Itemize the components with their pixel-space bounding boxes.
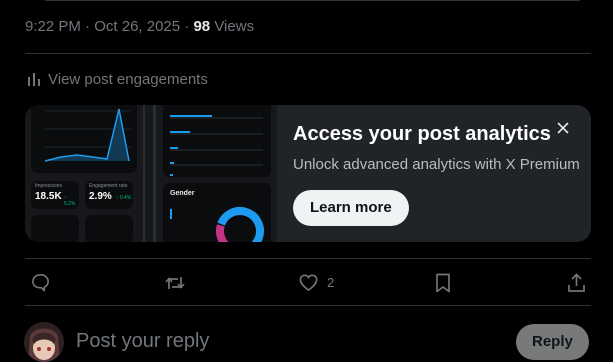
- reply-button[interactable]: Reply: [516, 324, 589, 360]
- repost-icon: [165, 277, 185, 289]
- tweet-date[interactable]: Oct 26, 2025: [94, 18, 180, 35]
- close-icon[interactable]: [555, 120, 571, 136]
- analytics-preview-image: Impressions 18.5K ↑ 5.2% Engagement rate…: [25, 105, 277, 242]
- analytics-icon: [28, 73, 40, 86]
- top-divider: [45, 0, 580, 1]
- views-label: Views: [214, 18, 255, 35]
- meta-separator-2: ·: [180, 18, 194, 35]
- stat1-label: Impressions: [35, 183, 62, 189]
- repost-action-button[interactable]: [164, 272, 186, 294]
- divider: [25, 305, 591, 306]
- bookmark-icon: [436, 273, 450, 293]
- divider: [25, 53, 591, 54]
- stat1-value: 18.5K: [35, 191, 62, 202]
- engagements-label: View post engagements: [48, 71, 208, 88]
- like-count: 2: [327, 275, 335, 290]
- tweet-time[interactable]: 9:22 PM: [25, 18, 81, 35]
- card-subtitle: Unlock advanced analytics with X Premium: [293, 156, 580, 173]
- like-action-button[interactable]: 2: [298, 272, 334, 293]
- share-icon: [568, 273, 585, 292]
- meta-separator: ·: [80, 18, 95, 35]
- user-avatar-image: [24, 322, 64, 362]
- divider: [25, 258, 591, 259]
- stat1-delta: ↑ 5.2%: [64, 195, 76, 207]
- stat2-label: Engagement rate: [89, 183, 128, 189]
- views-count: 98: [193, 18, 211, 35]
- avatar[interactable]: [24, 322, 64, 362]
- heart-icon: [299, 274, 318, 292]
- stat2-delta: ↑ 0.4%: [116, 195, 132, 201]
- share-action-button[interactable]: [566, 272, 587, 294]
- view-engagements-link[interactable]: View post engagements: [27, 71, 208, 88]
- stat2-value: 2.9%: [89, 191, 112, 202]
- card-title: Access your post analytics: [293, 123, 551, 145]
- reply-bubble-icon: [32, 274, 49, 292]
- bookmark-action-button[interactable]: [433, 272, 453, 294]
- learn-more-button[interactable]: Learn more: [293, 190, 409, 226]
- reply-input[interactable]: Post your reply: [76, 330, 209, 353]
- reply-action-button[interactable]: [30, 272, 51, 293]
- tweet-meta: 9:22 PM · Oct 26, 2025 · 98 Views: [25, 18, 254, 35]
- premium-analytics-card: Impressions 18.5K ↑ 5.2% Engagement rate…: [25, 105, 591, 242]
